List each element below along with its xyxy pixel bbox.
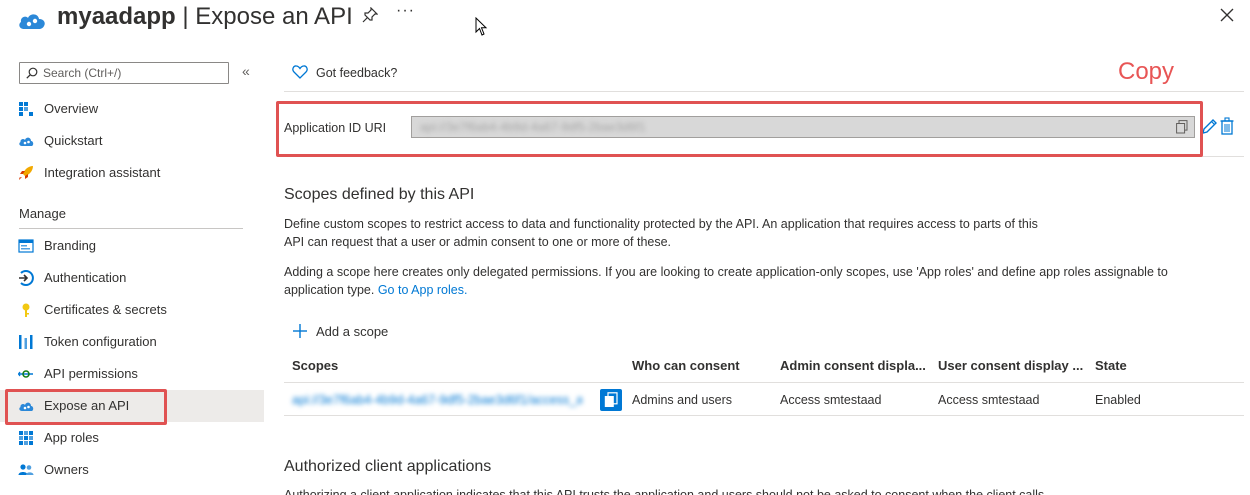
sidebar-item-overview[interactable]: Overview: [0, 93, 264, 125]
highlight-box-expose-an-api: [5, 389, 167, 425]
owners-icon: [18, 464, 34, 475]
page-name: Expose an API: [195, 3, 353, 30]
scopes-desc-line: Define custom scopes to restrict access …: [284, 217, 1038, 231]
sidebar-item-label: API permissions: [44, 366, 138, 381]
blade-header: myaadapp | Expose an API ···: [0, 0, 1250, 40]
column-header-state[interactable]: State: [1095, 358, 1127, 373]
column-header-user-consent-display[interactable]: User consent display ...: [938, 358, 1083, 373]
sidebar-item-label: Certificates & secrets: [44, 302, 167, 317]
branding-icon: [18, 239, 34, 253]
heart-icon: [292, 65, 308, 79]
close-icon[interactable]: [1220, 8, 1234, 22]
sidebar-item-label: Branding: [44, 238, 97, 253]
app-roles-grid-icon: [19, 431, 33, 445]
column-header-admin-consent-display[interactable]: Admin consent displa...: [780, 358, 926, 373]
copy-icon: [604, 392, 618, 407]
authorized-clients-heading: Authorized client applications: [284, 458, 492, 475]
scopes-heading: Scopes defined by this API: [284, 186, 475, 203]
feedback-label: Got feedback?: [316, 66, 398, 80]
app-name: myaadapp: [57, 3, 176, 30]
scopes-note-line: application type. Go to App roles.: [284, 281, 1214, 299]
scope-link[interactable]: api://3e7f6ab4-4b9d-4a67-9df5-2bae3d6f1/…: [292, 393, 582, 407]
search-box[interactable]: [19, 62, 229, 84]
authentication-icon: [19, 270, 34, 286]
sidebar-item-label: Token configuration: [44, 334, 157, 349]
sidebar-item-label: App roles: [44, 430, 99, 445]
cloud-icon: [19, 137, 34, 146]
search-input[interactable]: [43, 64, 223, 82]
manage-section-label: Manage: [19, 206, 66, 221]
delete-trash-icon[interactable]: [1220, 117, 1234, 135]
token-bars-icon: [19, 335, 33, 349]
table-header-divider: [284, 382, 1244, 383]
sidebar-item-api-permissions[interactable]: API permissions: [0, 358, 264, 390]
go-to-app-roles-link[interactable]: Go to App roles.: [378, 283, 468, 297]
copy-scope-button[interactable]: [600, 389, 622, 411]
sidebar-item-label: Authentication: [44, 270, 127, 285]
mouse-cursor-icon: [475, 17, 488, 36]
sidebar-item-label: Overview: [44, 101, 99, 116]
authorized-clients-description: Authorizing a client application indicat…: [284, 488, 1045, 495]
app-registration-cloud-icon: [19, 14, 45, 29]
scopes-desc-line: API can request that a user or admin con…: [284, 235, 672, 249]
edit-pencil-icon[interactable]: [1201, 117, 1217, 135]
table-row-divider: [284, 415, 1244, 416]
rocket-icon: [19, 166, 33, 180]
sidebar-item-label: Quickstart: [44, 133, 103, 148]
scopes-note-line: Adding a scope here creates only delegat…: [284, 265, 1168, 279]
sidebar-item-label: Integration assistant: [44, 165, 161, 180]
section-divider: [19, 228, 243, 229]
state-cell: Enabled: [1095, 393, 1141, 407]
resource-menu: « Overview Quickstart Integration assist…: [0, 55, 264, 495]
plus-icon: [293, 324, 307, 338]
admin-consent-display-cell: Access smtestaad: [780, 393, 882, 407]
scopes-note: Adding a scope here creates only delegat…: [284, 263, 1214, 299]
sidebar-item-quickstart[interactable]: Quickstart: [0, 125, 264, 157]
add-scope-label: Add a scope: [316, 324, 389, 339]
sidebar-item-certificates-secrets[interactable]: Certificates & secrets: [0, 294, 264, 326]
key-icon: [22, 303, 30, 317]
overview-grid-icon: [19, 102, 33, 116]
user-consent-display-cell: Access smtestaad: [938, 393, 1040, 407]
who-can-consent-cell: Admins and users: [632, 393, 733, 407]
sidebar-item-app-roles[interactable]: App roles: [0, 422, 264, 454]
collapse-menu-icon[interactable]: «: [242, 63, 250, 79]
highlight-box-app-id-uri: [276, 101, 1203, 157]
column-header-who-can-consent[interactable]: Who can consent: [632, 358, 740, 373]
toolbar-divider: [284, 91, 1244, 92]
scopes-note-prefix: application type.: [284, 283, 375, 297]
sidebar-item-branding[interactable]: Branding: [0, 230, 264, 262]
page-title: myaadapp | Expose an API: [57, 2, 353, 32]
column-header-scopes[interactable]: Scopes: [292, 358, 338, 373]
sidebar-item-label: Owners: [44, 462, 89, 477]
sidebar-item-owners[interactable]: Owners: [0, 454, 264, 486]
search-icon: [26, 67, 38, 79]
copy-annotation-label: Copy: [1118, 58, 1175, 85]
sidebar-item-token-configuration[interactable]: Token configuration: [0, 326, 264, 358]
more-options-icon[interactable]: ···: [396, 2, 415, 20]
title-separator: |: [175, 3, 196, 30]
pin-icon[interactable]: [362, 7, 378, 23]
sidebar-item-integration-assistant[interactable]: Integration assistant: [0, 157, 264, 189]
api-permissions-icon: [18, 370, 33, 378]
sidebar-item-authentication[interactable]: Authentication: [0, 262, 264, 294]
scopes-description: Define custom scopes to restrict access …: [284, 215, 1214, 251]
